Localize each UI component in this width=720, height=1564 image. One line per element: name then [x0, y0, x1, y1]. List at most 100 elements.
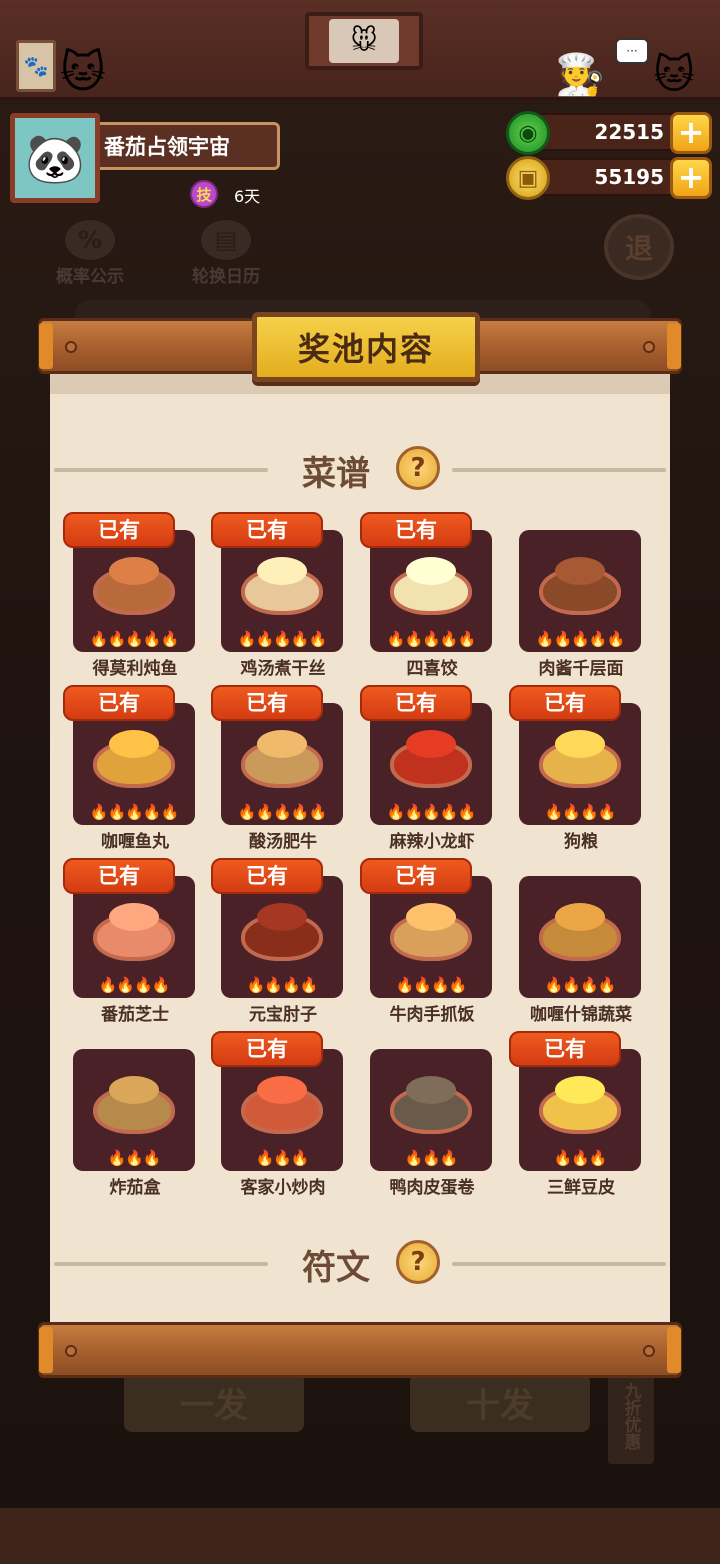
probability-label: 概率公示: [56, 267, 124, 287]
portrait-icon: 🐭: [329, 19, 399, 63]
recipe-name: 咖喱鱼丸: [101, 832, 169, 852]
owned-badge: 已有: [63, 512, 175, 548]
recipe-name: 客家小炒肉: [240, 1178, 326, 1198]
plate-icon: [539, 913, 621, 961]
plate-icon: [241, 913, 323, 961]
dish-icon: [73, 1075, 195, 1145]
player-name: 番茄占领宇宙: [100, 122, 280, 170]
recipe-card[interactable]: 🔥🔥🔥🔥🔥 四喜饺 已有: [347, 512, 495, 682]
runes-help-icon[interactable]: ?: [396, 1240, 440, 1284]
roller-end: [39, 323, 53, 369]
probability-button[interactable]: % 概率公示: [45, 220, 135, 287]
recipe-card[interactable]: 🔥🔥🔥🔥 番茄芝士 已有: [50, 858, 198, 1028]
recipe-name: 得莫利炖鱼: [92, 659, 178, 679]
coin-value: 55195: [594, 165, 664, 189]
recipe-card[interactable]: 🔥🔥🔥🔥🔥 麻辣小龙虾 已有: [347, 685, 495, 855]
modal-title: 奖池内容: [252, 312, 480, 382]
divider: [452, 1262, 666, 1266]
recipe-card[interactable]: 🔥🔥🔥 三鲜豆皮 已有: [496, 1031, 644, 1201]
dish-icon: [221, 902, 343, 972]
recipe-name: 鸭肉皮蛋卷: [389, 1178, 475, 1198]
plate-icon: [539, 1086, 621, 1134]
recipe-card[interactable]: 🔥🔥🔥 炸茄盒: [50, 1031, 198, 1201]
dish-icon: [370, 556, 492, 626]
percent-icon: %: [65, 220, 115, 260]
plate-icon: [390, 913, 472, 961]
flame-rating-icon: 🔥🔥🔥🔥🔥: [89, 630, 179, 648]
add-coin-button[interactable]: +: [670, 157, 712, 199]
plate-icon: [241, 1086, 323, 1134]
roller-peg: [643, 341, 655, 353]
owned-badge: 已有: [63, 858, 175, 894]
recipe-name: 咖喱什锦蔬菜: [530, 1005, 632, 1025]
flame-rating-icon: 🔥🔥🔥: [107, 1149, 161, 1167]
avatar[interactable]: 🐼: [10, 113, 100, 203]
plate-icon: [241, 740, 323, 788]
calendar-icon: ▤: [201, 220, 251, 260]
plate-icon: [390, 1086, 472, 1134]
owned-badge: 已有: [211, 1031, 323, 1067]
draw-ten-button[interactable]: 十发: [410, 1372, 590, 1432]
divider: [54, 468, 268, 472]
recipe-name: 麻辣小龙虾: [389, 832, 475, 852]
plate-icon: [241, 567, 323, 615]
add-jade-button[interactable]: +: [670, 112, 712, 154]
dish-icon: [73, 729, 195, 799]
flame-rating-icon: 🔥🔥🔥🔥: [246, 976, 319, 994]
prize-pool-panel: 菜谱 ? 🔥🔥🔥🔥🔥 得莫利炖鱼 已有 🔥🔥🔥🔥🔥 鸡汤煮干丝 已有 🔥🔥🔥🔥🔥 四喜饺 已有 🔥…: [50, 372, 670, 1324]
calendar-label: 轮换日历: [192, 267, 260, 287]
flame-rating-icon: 🔥🔥🔥🔥🔥: [237, 630, 327, 648]
recipe-name: 牛肉手抓饭: [389, 1005, 475, 1025]
dish-icon: [73, 902, 195, 972]
recipe-card[interactable]: 🔥🔥🔥🔥 元宝肘子 已有: [198, 858, 346, 1028]
recipes-help-icon[interactable]: ?: [396, 446, 440, 490]
plate-icon: [539, 740, 621, 788]
owned-badge: 已有: [509, 685, 621, 721]
flame-rating-icon: 🔥🔥🔥🔥🔥: [386, 630, 476, 648]
plate-icon: [93, 740, 175, 788]
recipe-card[interactable]: 🔥🔥🔥🔥🔥 鸡汤煮干丝 已有: [198, 512, 346, 682]
dish-icon: [519, 902, 641, 972]
exit-button[interactable]: 退: [604, 214, 674, 280]
flame-rating-icon: 🔥🔥🔥🔥: [544, 803, 617, 821]
jade-icon: ◉: [506, 111, 550, 155]
divider: [452, 468, 666, 472]
recipe-card[interactable]: 🔥🔥🔥🔥 狗粮 已有: [496, 685, 644, 855]
flame-rating-icon: 🔥🔥🔥🔥: [544, 976, 617, 994]
chat-bubble-icon[interactable]: ···: [615, 38, 649, 64]
flame-rating-icon: 🔥🔥🔥🔥🔥: [535, 630, 625, 648]
recipe-card[interactable]: 🔥🔥🔥🔥 咖喱什锦蔬菜: [496, 858, 644, 1028]
plate-icon: [93, 1086, 175, 1134]
recipe-name: 狗粮: [564, 832, 598, 852]
skill-badge-icon[interactable]: 技: [190, 180, 218, 208]
coin-icon: ▣: [506, 156, 550, 200]
flame-rating-icon: 🔥🔥🔥: [404, 1149, 458, 1167]
flame-rating-icon: 🔥🔥🔥🔥: [395, 976, 468, 994]
dish-icon: [73, 556, 195, 626]
recipe-card[interactable]: 🔥🔥🔥🔥🔥 肉酱千层面: [496, 512, 644, 682]
jade-currency: ◉ 22515 +: [506, 111, 712, 155]
recipe-name: 番茄芝士: [101, 1005, 169, 1025]
recipe-card[interactable]: 🔥🔥🔥🔥🔥 酸汤肥牛 已有: [198, 685, 346, 855]
roller-end: [667, 323, 681, 369]
recipes-header: 菜谱 ?: [50, 444, 670, 494]
recipe-card[interactable]: 🔥🔥🔥🔥🔥 得莫利炖鱼 已有: [50, 512, 198, 682]
discount-label: 九折优惠: [608, 1368, 654, 1464]
plate-icon: [390, 567, 472, 615]
recipe-card[interactable]: 🔥🔥🔥🔥🔥 咖喱鱼丸 已有: [50, 685, 198, 855]
owned-badge: 已有: [63, 685, 175, 721]
recipe-card[interactable]: 🔥🔥🔥 客家小炒肉 已有: [198, 1031, 346, 1201]
plate-icon: [93, 913, 175, 961]
recipe-card[interactable]: 🔥🔥🔥 鸭肉皮蛋卷: [347, 1031, 495, 1201]
jade-value: 22515: [594, 120, 664, 144]
paw-sign-icon: 🐾: [16, 40, 56, 92]
cat-decoration-icon: 🐱: [60, 47, 106, 98]
bottom-bar: [0, 1508, 720, 1564]
calendar-button[interactable]: ▤ 轮换日历: [180, 220, 272, 287]
divider: [54, 1262, 268, 1266]
draw-one-button[interactable]: 一发: [124, 1372, 304, 1432]
dish-icon: [519, 729, 641, 799]
recipe-card[interactable]: 🔥🔥🔥🔥 牛肉手抓饭 已有: [347, 858, 495, 1028]
dish-icon: [519, 1075, 641, 1145]
recipe-name: 元宝肘子: [249, 1005, 317, 1025]
